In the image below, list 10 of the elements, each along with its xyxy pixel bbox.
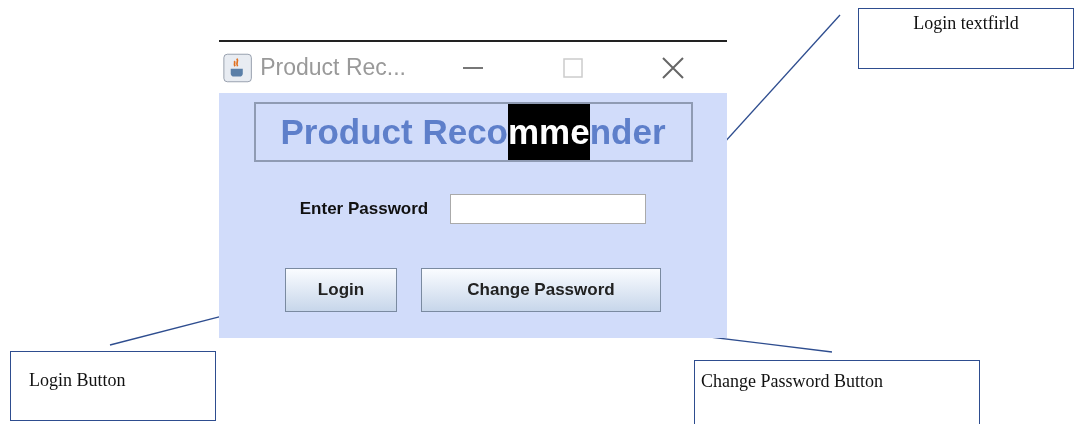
callout-label: Login Button — [10, 351, 216, 421]
window-title: Product Rec... — [260, 54, 407, 81]
password-label: Enter Password — [299, 199, 429, 219]
callout-label: Change Password Button — [694, 360, 980, 424]
password-field[interactable] — [450, 194, 647, 224]
callout-label: Login textfirld — [858, 8, 1074, 69]
login-button[interactable]: Login — [285, 268, 397, 312]
close-button[interactable] — [661, 55, 685, 80]
app-heading: Product Recommender — [253, 102, 693, 162]
change-password-button[interactable]: Change Password — [421, 268, 661, 312]
